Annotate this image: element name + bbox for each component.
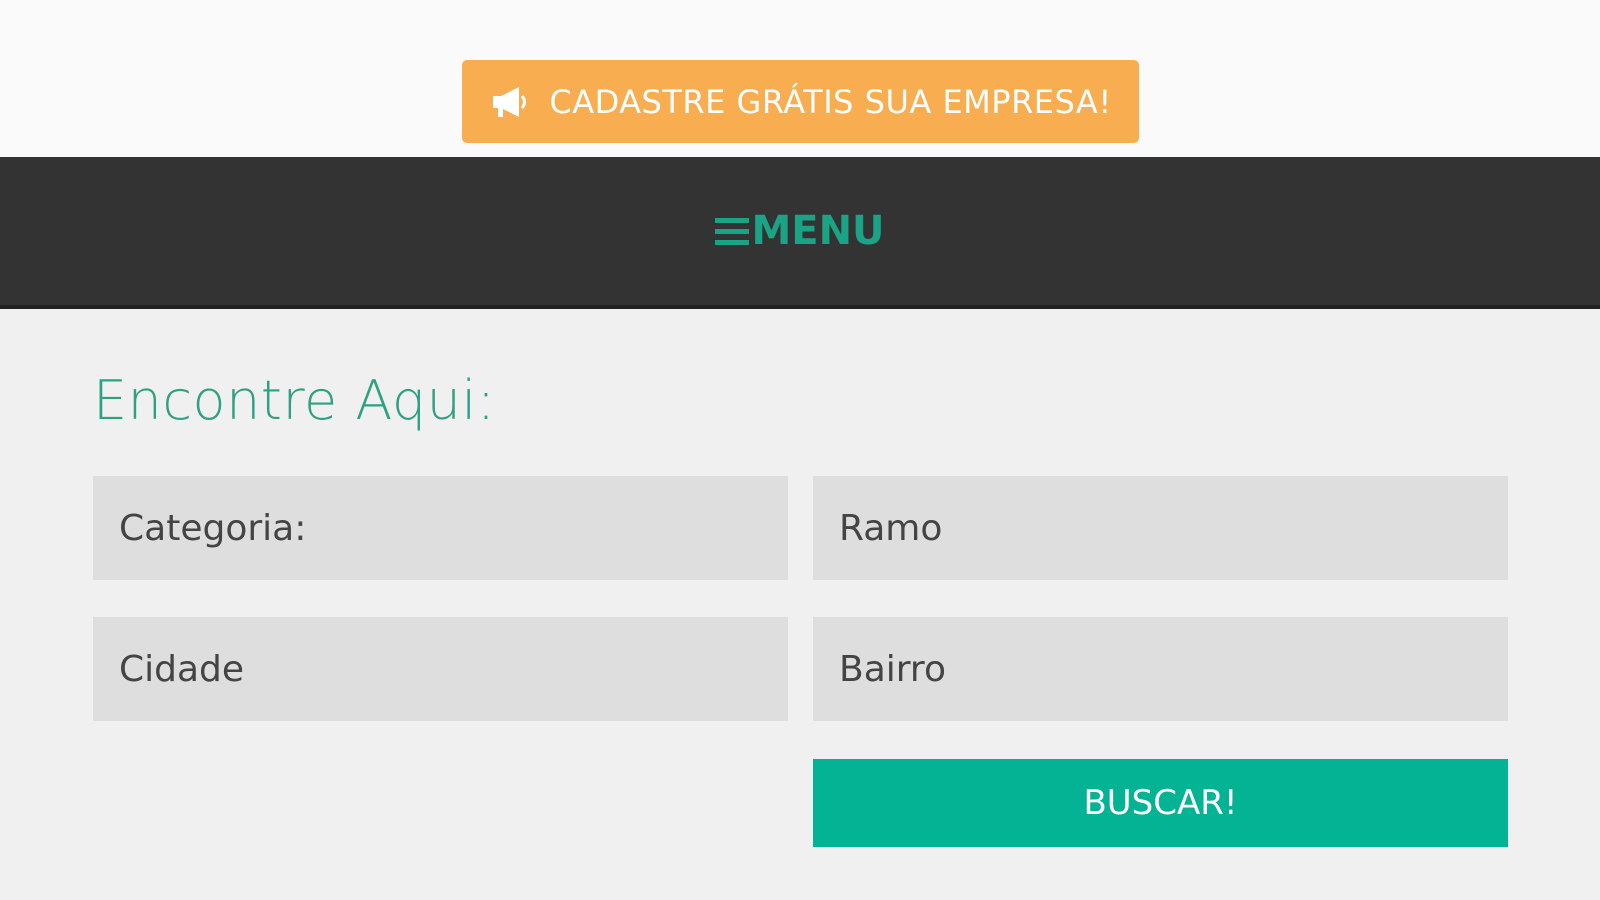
bairro-label: Bairro <box>839 648 946 690</box>
categoria-select[interactable]: Categoria: <box>93 476 788 580</box>
search-button-label: BUSCAR! <box>1083 783 1238 823</box>
megaphone-icon <box>489 81 531 123</box>
menu-label: MENU <box>751 208 885 254</box>
categoria-label: Categoria: <box>119 507 307 549</box>
ramo-label: Ramo <box>839 507 943 549</box>
search-button[interactable]: BUSCAR! <box>813 759 1508 847</box>
register-company-label: CADASTRE GRÁTIS SUA EMPRESA! <box>549 82 1112 121</box>
navbar: MENU <box>0 157 1600 309</box>
hamburger-icon <box>715 215 750 247</box>
bairro-select[interactable]: Bairro <box>813 617 1508 721</box>
search-title: Encontre Aqui: <box>93 369 496 432</box>
search-section: Encontre Aqui: Categoria: Ramo Cidade Ba… <box>0 309 1600 900</box>
top-bar: CADASTRE GRÁTIS SUA EMPRESA! <box>0 0 1600 157</box>
menu-toggle-button[interactable]: MENU <box>715 208 885 254</box>
ramo-select[interactable]: Ramo <box>813 476 1508 580</box>
register-company-button[interactable]: CADASTRE GRÁTIS SUA EMPRESA! <box>462 60 1139 143</box>
cidade-label: Cidade <box>119 648 245 690</box>
cidade-select[interactable]: Cidade <box>93 617 788 721</box>
